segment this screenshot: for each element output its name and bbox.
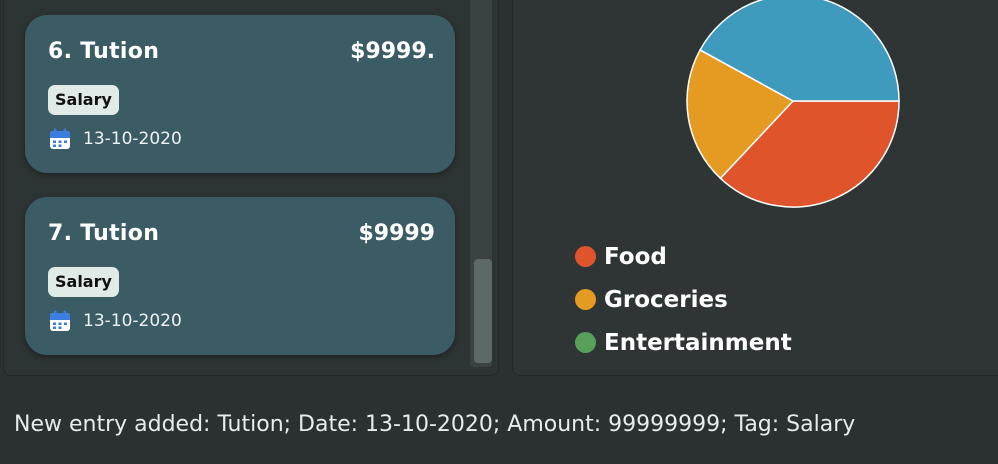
legend-swatch <box>575 332 596 353</box>
legend-item-entertainment: Entertainment <box>575 321 792 364</box>
legend-label: Groceries <box>604 286 728 313</box>
legend-label: Education <box>604 373 733 376</box>
status-message: New entry added: Tution; Date: 13-10-202… <box>14 412 856 437</box>
calendar-icon <box>50 310 70 331</box>
entry-date-row: 13-10-2020 <box>49 310 182 332</box>
legend-label: Entertainment <box>604 329 792 356</box>
entry-card[interactable]: 7. Tution $9999 Salary 13-10-2020 <box>25 197 455 355</box>
legend-swatch <box>575 375 596 376</box>
entry-amount: $9999 <box>358 221 435 246</box>
entry-date-row: 13-10-2020 <box>49 128 182 150</box>
calendar-icon <box>50 128 70 149</box>
entry-title: 6. Tution <box>48 39 159 64</box>
chart-legend: Food Groceries Entertainment Education <box>575 235 792 376</box>
legend-item-education: Education <box>575 364 792 376</box>
entry-amount: $9999. <box>350 39 435 64</box>
app-window: 6. Tution $9999. Salary 13-10-2020 7. Tu… <box>0 0 998 464</box>
entry-name: Tution <box>80 39 160 64</box>
entry-date: 13-10-2020 <box>83 311 182 331</box>
legend-swatch <box>575 246 596 267</box>
chart-panel: Food Groceries Entertainment Education <box>512 0 998 376</box>
entry-list-panel: 6. Tution $9999. Salary 13-10-2020 7. Tu… <box>3 0 499 376</box>
legend-item-food: Food <box>575 235 792 278</box>
tag-badge: Salary <box>48 85 119 115</box>
entry-name: Tution <box>80 221 160 246</box>
legend-swatch <box>575 289 596 310</box>
entry-title: 7. Tution <box>48 221 159 246</box>
tag-badge: Salary <box>48 267 119 297</box>
scrollbar-thumb[interactable] <box>474 259 492 363</box>
legend-label: Food <box>604 243 667 270</box>
legend-item-groceries: Groceries <box>575 278 792 321</box>
entry-index: 6. <box>48 39 73 64</box>
entry-date: 13-10-2020 <box>83 129 182 149</box>
entry-index: 7. <box>48 221 73 246</box>
pie-chart <box>686 0 900 208</box>
entry-card[interactable]: 6. Tution $9999. Salary 13-10-2020 <box>25 15 455 173</box>
